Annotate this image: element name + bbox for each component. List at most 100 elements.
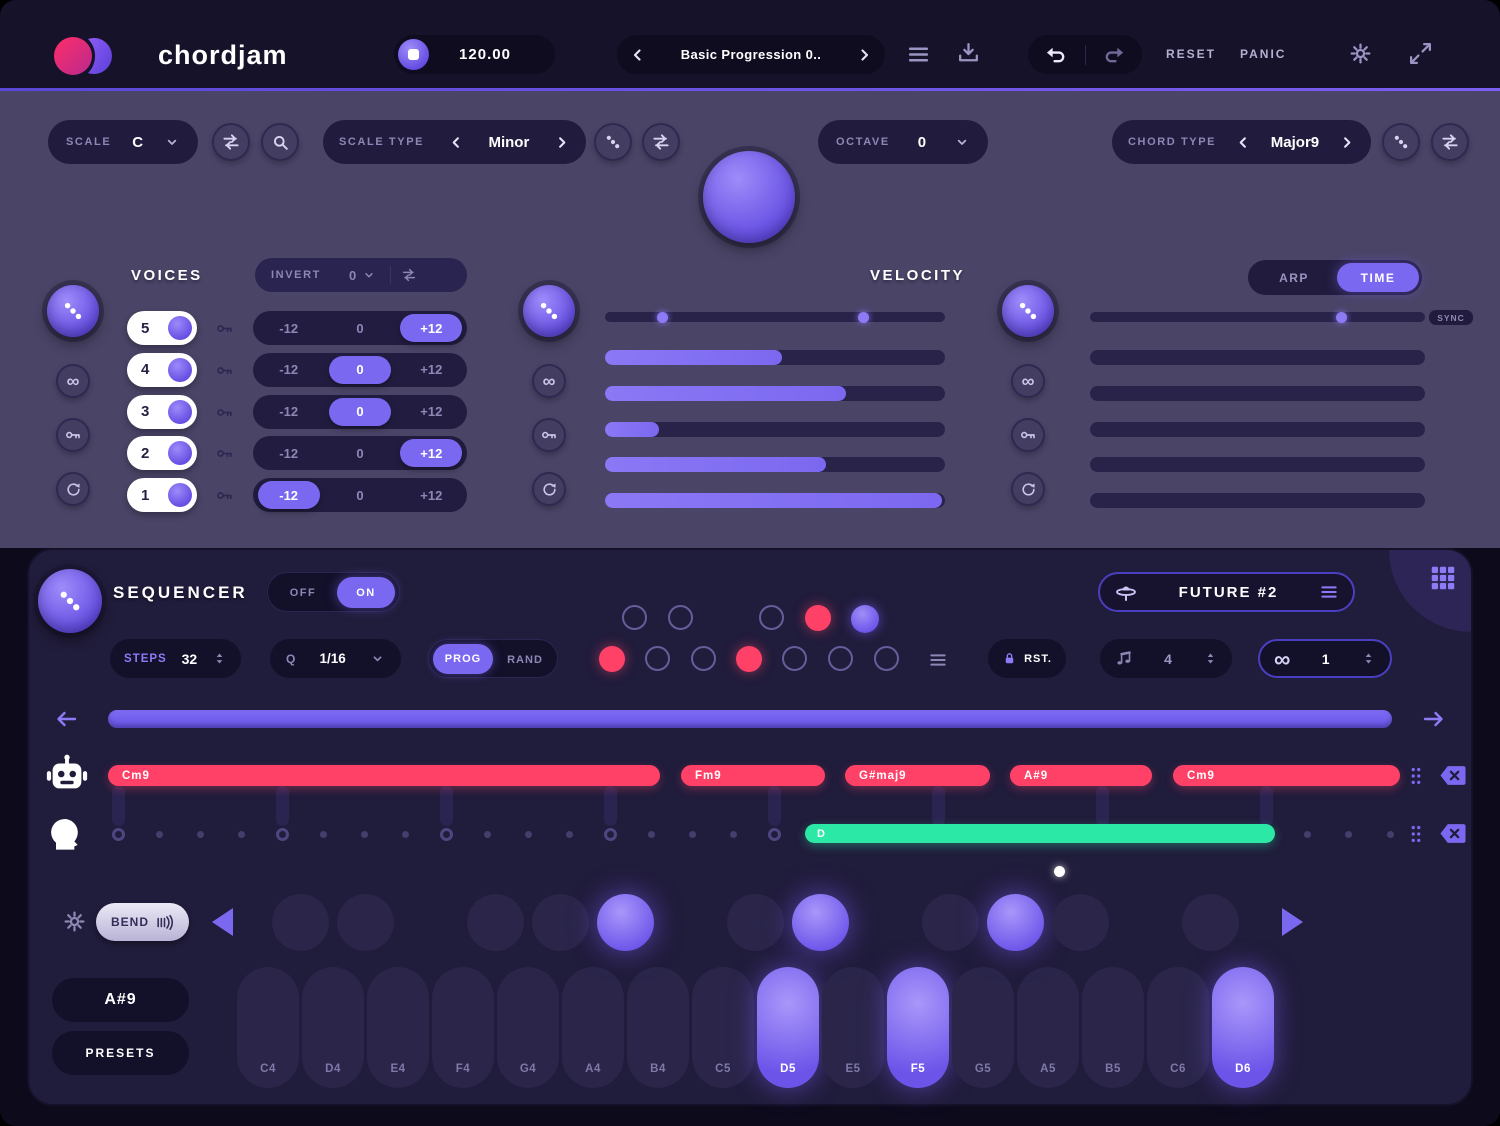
black-pad-D#5[interactable] <box>792 894 849 951</box>
step-marker[interactable] <box>604 828 617 841</box>
velocity-reset-button[interactable] <box>532 472 566 506</box>
preset-menu-icon[interactable] <box>1319 582 1339 602</box>
white-key-G5[interactable]: G5 <box>952 967 1014 1088</box>
voice-toggle[interactable] <box>168 483 192 507</box>
voice-pill[interactable]: 3 <box>127 395 197 429</box>
step-dot[interactable] <box>238 831 245 838</box>
voice-octave-value[interactable]: 0 <box>356 488 363 503</box>
reset-button[interactable]: RESET <box>1166 47 1216 61</box>
black-pad-G#5[interactable] <box>987 894 1044 951</box>
velocity-range-handle[interactable] <box>858 312 869 323</box>
step-marker[interactable] <box>440 828 453 841</box>
step-dot[interactable] <box>361 831 368 838</box>
off-option[interactable]: OFF <box>268 573 338 613</box>
time-reset-button[interactable] <box>1011 472 1045 506</box>
menu-icon[interactable] <box>906 42 931 67</box>
sequencer-preset-name[interactable]: FUTURE #2 <box>1138 584 1319 601</box>
note-bar[interactable]: D <box>805 824 1275 843</box>
undo-button[interactable] <box>1028 43 1085 66</box>
voice-octave-value[interactable]: +12 <box>400 439 462 467</box>
voice-octave-value[interactable]: 0 <box>329 398 391 426</box>
resize-icon[interactable] <box>1408 41 1433 66</box>
bpm-value[interactable]: 120.00 <box>429 46 555 63</box>
voice-octave-segment[interactable]: -120+12 <box>253 395 467 429</box>
step-dot[interactable] <box>1387 831 1394 838</box>
white-key-A4[interactable]: A4 <box>562 967 624 1088</box>
voice-link-icon[interactable] <box>215 486 234 505</box>
step-dot[interactable] <box>1345 831 1352 838</box>
white-key-G4[interactable]: G4 <box>497 967 559 1088</box>
rate-stepper[interactable]: 4 <box>1100 639 1232 678</box>
black-pad-A#4[interactable] <box>597 894 654 951</box>
time-bar-track[interactable] <box>1090 350 1425 365</box>
next-icon[interactable] <box>1338 134 1355 151</box>
voice-octave-option[interactable]: -12 <box>253 395 324 429</box>
velocity-link-toggle[interactable] <box>532 418 566 452</box>
black-pad-C#5[interactable] <box>727 894 784 951</box>
chord-block[interactable]: A#9 <box>1010 765 1152 786</box>
scale-detect-button[interactable] <box>261 123 299 161</box>
voice-toggle[interactable] <box>168 358 192 382</box>
black-pad-A#5[interactable] <box>1052 894 1109 951</box>
scale-flip-button[interactable] <box>212 123 250 161</box>
chord-lane-drag-handle[interactable] <box>1408 765 1424 787</box>
voice-link-icon[interactable] <box>215 444 234 463</box>
step-dot[interactable] <box>648 831 655 838</box>
white-key-D4[interactable]: D4 <box>302 967 364 1088</box>
voice-octave-option[interactable]: +12 <box>396 478 467 512</box>
time-bar-track[interactable] <box>1090 493 1425 508</box>
time-bar-track[interactable] <box>1090 457 1425 472</box>
octave-select[interactable]: OCTAVE 0 <box>818 120 988 164</box>
playhead-dot[interactable] <box>1054 866 1065 877</box>
arp-option[interactable]: ARP <box>1248 260 1340 295</box>
voice-octave-option[interactable]: -12 <box>253 353 324 387</box>
step-dot[interactable] <box>197 831 204 838</box>
sequencer-on-off-toggle[interactable]: OFF ON <box>267 572 400 612</box>
main-chord-knob[interactable] <box>703 151 795 243</box>
chord-block[interactable]: Cm9 <box>108 765 660 786</box>
time-bar-track[interactable] <box>1090 386 1425 401</box>
chord-slot-dot[interactable] <box>874 646 899 671</box>
voices-reset-button[interactable] <box>56 472 90 506</box>
save-download-icon[interactable] <box>956 41 981 66</box>
panic-button[interactable]: PANIC <box>1240 47 1286 61</box>
bend-button[interactable]: BEND <box>96 903 189 941</box>
bpm-display[interactable]: 120.00 <box>394 35 555 74</box>
chord-slot-dot[interactable] <box>645 646 670 671</box>
black-pad-C#6[interactable] <box>1182 894 1239 951</box>
sync-badge[interactable]: SYNC <box>1429 310 1473 325</box>
time-random-knob[interactable] <box>1002 285 1054 337</box>
keyboard-settings-gear-icon[interactable] <box>62 909 87 934</box>
stepper-icon[interactable] <box>212 651 227 666</box>
settings-gear-icon[interactable] <box>1348 41 1373 66</box>
on-option[interactable]: ON <box>337 577 395 608</box>
chord-slot-dot[interactable] <box>691 646 716 671</box>
voice-octave-segment[interactable]: -120+12 <box>253 353 467 387</box>
voice-octave-value[interactable]: 0 <box>356 446 363 461</box>
note-lane-head-icon[interactable] <box>46 812 86 854</box>
white-key-A5[interactable]: A5 <box>1017 967 1079 1088</box>
time-infinity-toggle[interactable]: ∞ <box>1011 364 1045 398</box>
white-key-C6[interactable]: C6 <box>1147 967 1209 1088</box>
white-key-D5[interactable]: D5 <box>757 967 819 1088</box>
velocity-random-knob[interactable] <box>523 285 575 337</box>
velocity-bar-track[interactable] <box>605 493 945 508</box>
chord-type-flip-button[interactable] <box>1431 123 1469 161</box>
voice-octave-segment[interactable]: -120+12 <box>253 311 467 345</box>
pads-corner-tab[interactable] <box>1389 550 1471 632</box>
time-slider-handle[interactable] <box>1336 312 1347 323</box>
chord-lane-clear-button[interactable] <box>1438 764 1468 787</box>
voice-octave-segment[interactable]: -120+12 <box>253 478 467 512</box>
step-dot[interactable] <box>320 831 327 838</box>
chord-lane-robot-icon[interactable] <box>44 752 90 798</box>
chord-block[interactable]: G#maj9 <box>845 765 990 786</box>
voice-octave-segment[interactable]: -120+12 <box>253 436 467 470</box>
velocity-infinity-toggle[interactable]: ∞ <box>532 364 566 398</box>
white-key-E5[interactable]: E5 <box>822 967 884 1088</box>
voice-octave-value[interactable]: +12 <box>400 314 462 342</box>
stepper-icon[interactable] <box>1203 651 1218 666</box>
voice-octave-value[interactable]: 0 <box>329 356 391 384</box>
velocity-bar-track[interactable] <box>605 422 945 437</box>
prev-icon[interactable] <box>448 134 465 151</box>
voice-pill[interactable]: 2 <box>127 436 197 470</box>
